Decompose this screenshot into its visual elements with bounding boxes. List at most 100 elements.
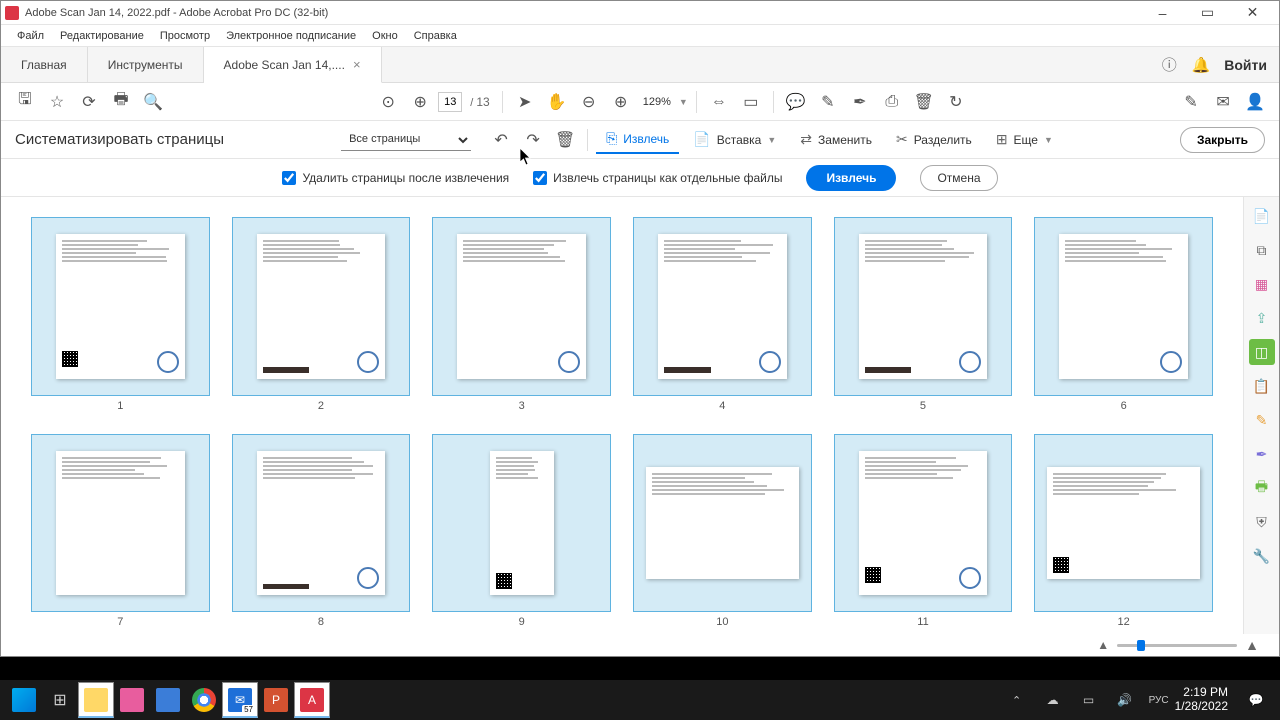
side-create-icon[interactable]: 📄 [1249,203,1275,229]
page-thumb-11[interactable]: 11 [834,434,1013,629]
page-thumb-5[interactable]: 5 [834,217,1013,412]
tab-home[interactable]: Главная [1,47,88,82]
app-icon-2[interactable] [150,682,186,718]
page-number: 2 [318,400,324,412]
side-fill-sign-icon[interactable]: ✎ [1249,407,1275,433]
maximize-button[interactable]: ▭ [1185,1,1230,25]
split-action[interactable]: ✂Разделить [886,126,982,154]
page-thumb-3[interactable]: 3 [432,217,611,412]
extract-button[interactable]: Извлечь [806,165,896,191]
sign-icon[interactable]: ✒ [846,88,874,116]
mail-app-icon[interactable]: ✉57 [222,682,258,718]
page-thumb-6[interactable]: 6 [1034,217,1213,412]
separate-files-checkbox[interactable]: Извлечь страницы как отдельные файлы [533,171,782,185]
side-organize-icon[interactable]: ◫ [1249,339,1275,365]
tab-tools[interactable]: Инструменты [88,47,204,82]
zoom-in-icon[interactable]: ⊕ [607,88,635,116]
tray-cloud-icon[interactable]: ☁ [1035,682,1071,718]
close-panel-button[interactable]: Закрыть [1180,127,1265,153]
highlight-icon[interactable]: ✎ [814,88,842,116]
side-combine-icon[interactable]: ⧉ [1249,237,1275,263]
rotate-left-icon[interactable]: ↶ [487,126,515,154]
menu-edit[interactable]: Редактирование [52,28,152,44]
side-protect-icon[interactable]: ⛨ [1249,509,1275,535]
account-icon[interactable]: 👤 [1241,88,1269,116]
powerpoint-icon[interactable]: P [258,682,294,718]
sign-tool-icon[interactable]: ✎ [1177,88,1205,116]
menu-view[interactable]: Просмотр [152,28,218,44]
side-export-icon[interactable]: ⇪ [1249,305,1275,331]
start-button[interactable] [6,682,42,718]
more-action[interactable]: ⊞Еще▼ [986,126,1063,154]
fit-page-icon[interactable]: ▭ [737,88,765,116]
page-down-icon[interactable]: ⊕ [406,88,434,116]
stamp-icon[interactable]: ⎙ [878,88,906,116]
replace-action[interactable]: ⇄Заменить [790,126,882,154]
cloud-icon[interactable]: ⟳ [75,88,103,116]
tray-chevron-icon[interactable]: ⌃ [999,682,1035,718]
insert-action[interactable]: 📄Вставка▼ [683,126,786,154]
side-signature-icon[interactable]: ✒ [1249,441,1275,467]
zoom-slider[interactable] [1117,644,1237,647]
chrome-icon[interactable] [186,682,222,718]
hand-icon[interactable]: ✋ [543,88,571,116]
tray-clock[interactable]: 2:19 PM1/28/2022 [1175,686,1238,714]
tray-notifications-icon[interactable]: 💬 [1238,682,1274,718]
cancel-button[interactable]: Отмена [920,165,997,191]
page-thumb-12[interactable]: 12 [1034,434,1213,629]
tab-document[interactable]: Adobe Scan Jan 14,.... × [204,47,382,83]
tab-close-icon[interactable]: × [353,57,361,72]
app-icon-1[interactable] [114,682,150,718]
taskbar: ⊞ ✉57 P A ⌃ ☁ ▭ 🔊 РУС 2:19 PM1/28/2022 💬 [0,680,1280,720]
zoom-level[interactable]: 129% [639,96,675,108]
page-input[interactable] [438,92,462,112]
rotate-right-icon[interactable]: ↷ [519,126,547,154]
extract-action[interactable]: ⎘Извлечь [596,126,679,154]
page-up-icon[interactable]: ⊙ [374,88,402,116]
menu-file[interactable]: Файл [9,28,52,44]
save-icon[interactable]: 🖫 [11,88,39,116]
task-view-icon[interactable]: ⊞ [42,682,78,718]
explorer-icon[interactable] [78,682,114,718]
zoom-small-icon[interactable]: ▲ [1097,638,1109,652]
page-thumb-2[interactable]: 2 [232,217,411,412]
trash-icon[interactable]: 🗑 [551,126,579,154]
minimize-button[interactable]: – [1140,1,1185,25]
delete-after-checkbox[interactable]: Удалить страницы после извлечения [282,171,509,185]
search-icon[interactable]: 🔍 [139,88,167,116]
mail-icon[interactable]: ✉ [1209,88,1237,116]
acrobat-icon[interactable]: A [294,682,330,718]
print-icon[interactable]: 🖶 [107,88,135,116]
page-thumb-7[interactable]: 7 [31,434,210,629]
help-icon[interactable]: ⓘ [1160,56,1178,74]
star-icon[interactable]: ☆ [43,88,71,116]
side-edit-icon[interactable]: ▦ [1249,271,1275,297]
pointer-icon[interactable]: ➤ [511,88,539,116]
zoom-out-icon[interactable]: ⊖ [575,88,603,116]
page-thumb-8[interactable]: 8 [232,434,411,629]
bell-icon[interactable]: 🔔 [1192,56,1210,74]
delete-icon[interactable]: 🗑 [910,88,938,116]
page-thumbnails[interactable]: 123456789101112 [1,197,1243,634]
menu-window[interactable]: Окно [364,28,406,44]
zoom-large-icon[interactable]: ▲ [1245,637,1259,653]
rotate-icon[interactable]: ↻ [942,88,970,116]
page-filter-dropdown[interactable]: Все страницы [341,129,471,151]
menu-help[interactable]: Справка [406,28,465,44]
page-thumb-1[interactable]: 1 [31,217,210,412]
fit-width-icon[interactable]: ⇔ [705,88,733,116]
side-print-icon[interactable]: 🖶 [1249,475,1275,501]
page-thumb-10[interactable]: 10 [633,434,812,629]
tray-language[interactable]: РУС [1143,695,1175,706]
tray-volume-icon[interactable]: 🔊 [1107,682,1143,718]
comment-icon[interactable]: 💬 [782,88,810,116]
page-thumb-9[interactable]: 9 [432,434,611,629]
side-more-icon[interactable]: 🔧 [1249,543,1275,569]
menu-esign[interactable]: Электронное подписание [218,28,364,44]
page-thumb-4[interactable]: 4 [633,217,812,412]
side-comment-icon[interactable]: 📋 [1249,373,1275,399]
close-button[interactable]: ✕ [1230,1,1275,25]
tray-battery-icon[interactable]: ▭ [1071,682,1107,718]
login-button[interactable]: Войти [1224,57,1267,73]
workspace: 123456789101112 📄 ⧉ ▦ ⇪ ◫ 📋 ✎ ✒ 🖶 ⛨ 🔧 [1,197,1279,634]
